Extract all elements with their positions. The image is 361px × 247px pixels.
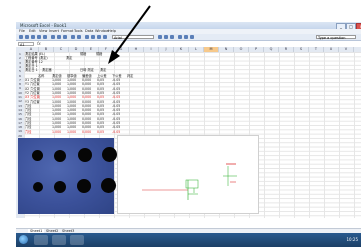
chart-icon[interactable] xyxy=(97,35,101,39)
bold-icon[interactable] xyxy=(158,35,162,39)
windows-taskbar: 10:25 xyxy=(16,233,361,247)
hole-image xyxy=(78,148,92,162)
cell-info-b5[interactable]: 測定器 xyxy=(42,68,52,72)
font-name-select[interactable]: Arial xyxy=(112,35,154,40)
zoom-icon[interactable] xyxy=(103,35,107,39)
sum-icon[interactable] xyxy=(85,35,89,39)
new-file-icon[interactable] xyxy=(19,35,23,39)
table-cell[interactable]: 1.000 xyxy=(67,130,76,134)
table-cell[interactable]: -0.05 xyxy=(112,130,120,134)
undo-icon[interactable] xyxy=(71,35,75,39)
name-box[interactable]: A1 xyxy=(18,42,34,47)
underline-icon[interactable] xyxy=(170,35,174,39)
hole-image xyxy=(32,150,43,161)
align-left-icon[interactable] xyxy=(178,35,182,39)
paste-icon[interactable] xyxy=(63,35,67,39)
cell-info-e1[interactable]: 規格 xyxy=(80,52,86,56)
screenshot-root: Microsoft Excel - Book1 _ □ × File Edit … xyxy=(0,0,361,247)
hole-image xyxy=(33,182,43,192)
taskbar-app-button[interactable] xyxy=(34,235,48,245)
taskbar-clock[interactable]: 10:25 xyxy=(346,233,358,247)
cut-icon[interactable] xyxy=(51,35,55,39)
embedded-photo[interactable] xyxy=(18,138,117,214)
copy-icon[interactable] xyxy=(57,35,61,39)
hole-image xyxy=(102,147,117,162)
embedded-cad-drawing[interactable] xyxy=(117,135,259,214)
hole-image xyxy=(54,181,66,193)
help-search-input[interactable]: Type a question xyxy=(316,35,356,40)
start-button[interactable] xyxy=(19,235,28,244)
cell-info-f5[interactable]: 測定 xyxy=(100,68,106,72)
hole-image xyxy=(54,150,66,162)
sort-icon[interactable] xyxy=(91,35,95,39)
print-preview-icon[interactable] xyxy=(43,35,47,39)
table-header-judgement: 判定 xyxy=(127,74,134,78)
table-cell[interactable]: 穴径 xyxy=(25,130,31,134)
cell-info-e5[interactable]: 日時 測定 xyxy=(80,68,94,72)
cell-info-d2[interactable]: 測定 xyxy=(66,56,72,60)
toolbar: Arial Type a question xyxy=(16,34,361,41)
cell-info-f1[interactable]: 規格 xyxy=(96,52,102,56)
align-right-icon[interactable] xyxy=(190,35,194,39)
hole-image xyxy=(101,178,116,193)
align-center-icon[interactable] xyxy=(184,35,188,39)
table-cell[interactable]: 0.05 xyxy=(97,130,104,134)
redo-icon[interactable] xyxy=(77,35,81,39)
window-title: Microsoft Excel - Book1 xyxy=(20,23,67,28)
open-folder-icon[interactable] xyxy=(25,35,29,39)
table-cell[interactable]: 0.000 xyxy=(82,130,91,134)
print-icon[interactable] xyxy=(37,35,41,39)
taskbar-app-button[interactable] xyxy=(52,235,66,245)
table-cell[interactable]: 1.000 xyxy=(52,130,61,134)
taskbar-app-button[interactable] xyxy=(70,235,84,245)
cad-drawing-svg xyxy=(142,163,237,200)
cell-info-a5[interactable]: 測定日 1 xyxy=(25,68,38,72)
hole-image xyxy=(77,179,91,193)
italic-icon[interactable] xyxy=(164,35,168,39)
save-icon[interactable] xyxy=(31,35,35,39)
